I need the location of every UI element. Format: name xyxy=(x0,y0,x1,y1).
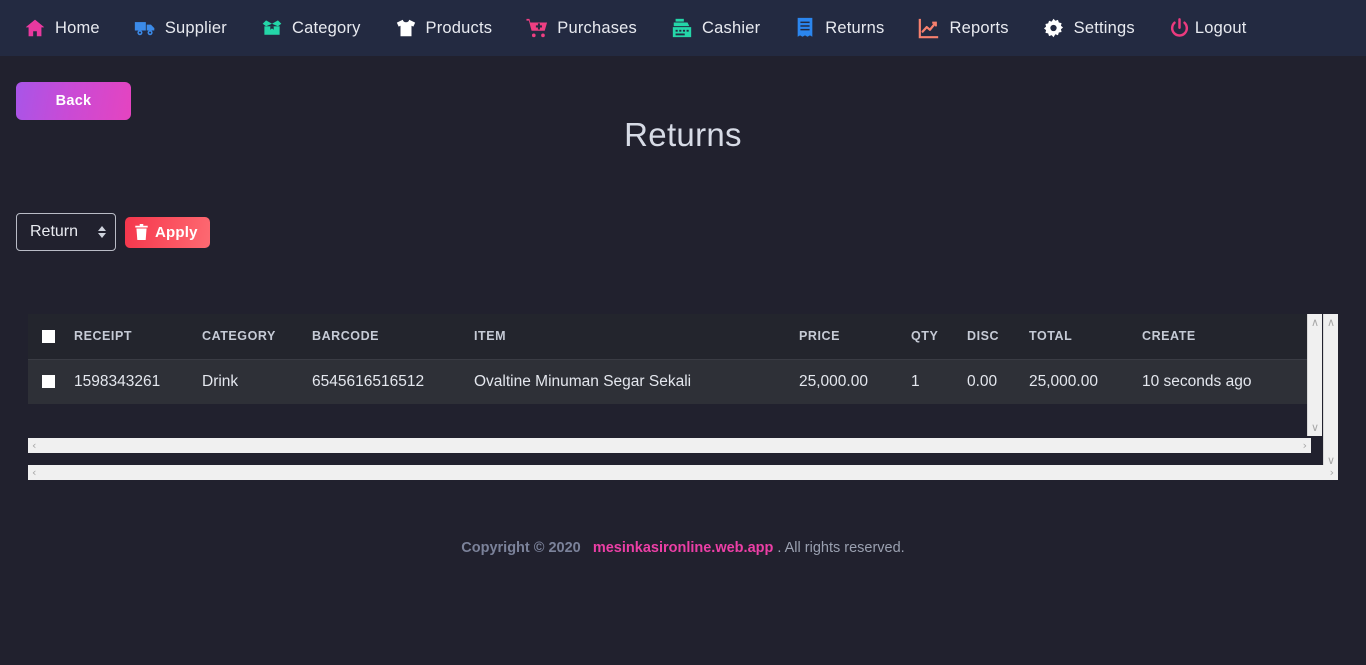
receipt-icon xyxy=(794,17,816,39)
nav-item-products[interactable]: Products xyxy=(395,17,510,39)
table-vertical-scrollbar-inner[interactable]: ∧ ∨ xyxy=(1307,314,1322,436)
tshirt-icon xyxy=(395,17,417,39)
th-receipt[interactable]: RECEIPT xyxy=(74,314,202,359)
nav-label: Home xyxy=(55,18,100,37)
cart-plus-icon xyxy=(526,17,548,39)
td-receipt: 1598343261 xyxy=(74,358,202,404)
chart-line-icon xyxy=(918,17,940,39)
table-horizontal-scrollbar-outer[interactable]: ‹ › xyxy=(28,465,1338,480)
table-vertical-scrollbar-outer[interactable]: ∧ ∨ xyxy=(1323,314,1338,469)
th-select-all xyxy=(28,314,74,359)
apply-button[interactable]: Apply xyxy=(125,216,210,248)
select-value: Return xyxy=(30,223,79,240)
footer: Copyright © 2020 mesinkasironline.web.ap… xyxy=(0,534,1366,562)
return-type-select[interactable]: Return xyxy=(16,213,116,251)
row-checkbox[interactable] xyxy=(42,375,55,389)
scroll-left-icon[interactable]: ‹ xyxy=(32,440,36,451)
td-total: 25,000.00 xyxy=(1029,358,1142,404)
main-navbar: Home Supplier Category Products Purchase… xyxy=(0,0,1366,56)
nav-item-reports[interactable]: Reports xyxy=(918,17,1025,39)
td-barcode: 6545616516512 xyxy=(312,358,474,404)
td-price: 25,000.00 xyxy=(799,358,911,404)
table-row[interactable]: 1598343261 Drink 6545616516512 Ovaltine … xyxy=(28,358,1311,404)
scroll-up-icon[interactable]: ∧ xyxy=(1327,317,1335,328)
nav-item-returns[interactable]: Returns xyxy=(794,17,901,39)
th-create[interactable]: CREATE xyxy=(1142,314,1311,359)
th-total[interactable]: TOTAL xyxy=(1029,314,1142,359)
table-body: 1598343261 Drink 6545616516512 Ovaltine … xyxy=(28,358,1311,404)
table-header-row: RECEIPT CATEGORY BARCODE ITEM PRICE QTY … xyxy=(28,314,1311,359)
page-title: Returns xyxy=(624,116,742,153)
power-icon xyxy=(1169,17,1191,39)
footer-brand-link[interactable]: mesinkasironline.web.app xyxy=(593,540,774,556)
scroll-left-icon[interactable]: ‹ xyxy=(32,467,36,478)
apply-label: Apply xyxy=(155,223,198,241)
nav-item-logout[interactable]: Logout xyxy=(1169,17,1264,39)
nav-label: Purchases xyxy=(557,18,638,37)
scroll-up-icon[interactable]: ∧ xyxy=(1311,317,1319,328)
returns-table: RECEIPT CATEGORY BARCODE ITEM PRICE QTY … xyxy=(28,314,1311,404)
nav-item-category[interactable]: Category xyxy=(261,17,378,39)
th-barcode[interactable]: BARCODE xyxy=(312,314,474,359)
td-item: Ovaltine Minuman Segar Sekali xyxy=(474,358,799,404)
nav-label: Category xyxy=(291,18,361,37)
select-all-checkbox[interactable] xyxy=(42,330,55,344)
nav-label: Supplier xyxy=(164,18,227,37)
scroll-right-icon[interactable]: › xyxy=(1303,440,1307,451)
box-open-icon xyxy=(261,17,283,39)
scroll-down-icon[interactable]: ∨ xyxy=(1311,422,1319,433)
nav-item-settings[interactable]: Settings xyxy=(1043,17,1152,39)
nav-label: Products xyxy=(425,18,493,37)
td-qty: 1 xyxy=(911,358,967,404)
footer-copyright: Copyright © 2020 xyxy=(461,540,581,556)
filter-bar: Return Apply xyxy=(16,213,210,251)
truck-icon xyxy=(134,17,156,39)
th-disc[interactable]: DISC xyxy=(967,314,1029,359)
td-category: Drink xyxy=(202,358,312,404)
th-category[interactable]: CATEGORY xyxy=(202,314,312,359)
th-price[interactable]: PRICE xyxy=(799,314,911,359)
back-button[interactable]: Back xyxy=(16,82,131,120)
table-head: RECEIPT CATEGORY BARCODE ITEM PRICE QTY … xyxy=(28,314,1311,359)
footer-rights: . All rights reserved. xyxy=(777,540,905,556)
nav-item-supplier[interactable]: Supplier xyxy=(134,17,244,39)
td-create: 10 seconds ago xyxy=(1142,358,1311,404)
nav-label: Reports xyxy=(949,18,1009,37)
td-disc: 0.00 xyxy=(967,358,1029,404)
nav-label: Settings xyxy=(1073,18,1135,37)
nav-item-cashier[interactable]: Cashier xyxy=(671,17,777,39)
trash-icon xyxy=(134,224,149,240)
returns-table-container: RECEIPT CATEGORY BARCODE ITEM PRICE QTY … xyxy=(28,314,1338,480)
th-qty[interactable]: QTY xyxy=(911,314,967,359)
nav-label: Logout xyxy=(1194,18,1247,37)
th-item[interactable]: ITEM xyxy=(474,314,799,359)
nav-item-home[interactable]: Home xyxy=(24,17,117,39)
nav-label: Cashier xyxy=(702,18,761,37)
cash-register-icon xyxy=(671,17,693,39)
nav-item-purchases[interactable]: Purchases xyxy=(526,17,654,39)
gear-icon xyxy=(1043,17,1065,39)
chevron-updown-icon xyxy=(98,226,106,238)
scroll-right-icon[interactable]: › xyxy=(1330,467,1334,478)
page-content: Back Returns Return Apply RECEIPT CATEGO… xyxy=(0,56,1366,556)
home-icon xyxy=(24,17,46,39)
table-horizontal-scrollbar-inner[interactable]: ‹ › xyxy=(28,438,1311,453)
nav-label: Returns xyxy=(825,18,885,37)
returns-table-scroll: RECEIPT CATEGORY BARCODE ITEM PRICE QTY … xyxy=(28,314,1311,436)
td-select xyxy=(28,358,74,404)
